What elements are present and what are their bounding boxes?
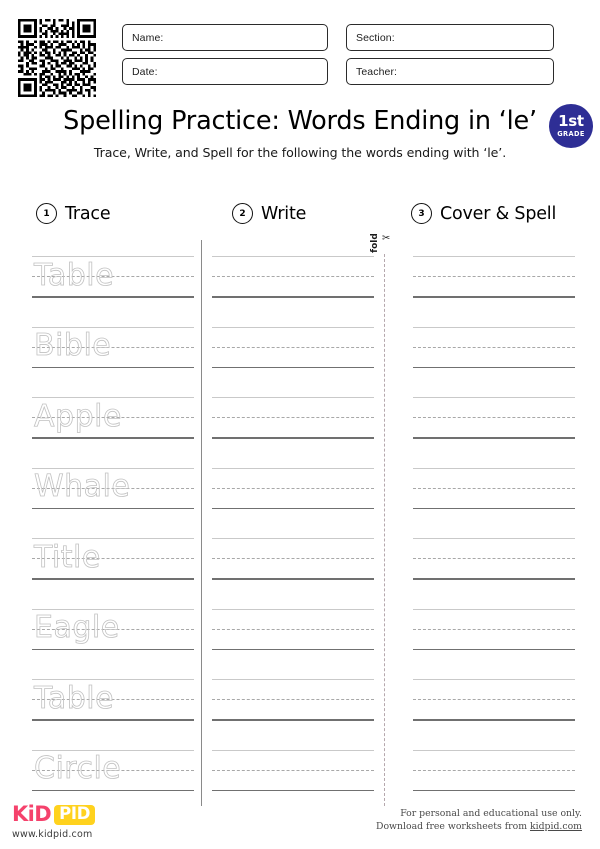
guide-line-middle [413,276,575,277]
guide-line-baseline [413,296,575,298]
practice-line-cover[interactable] [413,538,575,580]
guide-line-baseline [212,789,374,792]
guide-line-baseline [32,719,194,721]
guide-line-middle [212,346,374,348]
practice-line-cover[interactable] [413,256,575,298]
guide-line-baseline [413,366,575,369]
guide-line-middle [413,558,575,559]
legal-line-2: Download free worksheets from kidpid.com [376,820,582,833]
guide-line-baseline [413,719,575,721]
guide-line-middle [413,699,575,700]
guide-line-top [413,467,575,469]
practice-line-cover[interactable] [413,397,575,439]
guide-line-top [212,679,374,680]
guide-line-middle [413,487,575,489]
guide-line-baseline [212,648,374,651]
guide-line-baseline [212,578,374,580]
guide-line-middle [212,558,374,559]
guide-line-baseline [32,437,194,439]
kidpid-link[interactable]: kidpid.com [530,821,582,832]
guide-line-baseline [413,648,575,651]
guide-line-top [212,538,374,539]
guide-line-top [413,608,575,610]
legal-line-1: For personal and educational use only. [400,808,582,819]
practice-line-cover[interactable] [413,467,575,510]
practice-line-write[interactable] [212,679,374,721]
guide-line-baseline [413,578,575,580]
practice-line-trace[interactable]: Table [32,679,194,721]
guide-line-baseline [212,366,374,369]
practice-line-write[interactable] [212,608,374,651]
guide-line-top [413,679,575,680]
kidpid-logo[interactable]: KiD PID www.kidpid.com [12,804,172,840]
practice-line-trace[interactable]: Circle [32,749,194,792]
practice-rows: Table Bible Apple Whale Title Eagle Table Circl… [0,0,600,849]
practice-line-trace[interactable]: Eagle [32,608,194,651]
guide-line-middle [212,276,374,277]
guide-line-top [212,749,374,751]
trace-word: Whale [34,469,131,505]
practice-line-write[interactable] [212,467,374,510]
guide-line-baseline [32,648,194,651]
guide-line-baseline [32,789,194,792]
worksheet-footer: KiD PID www.kidpid.com For personal and … [0,800,600,849]
practice-line-trace[interactable]: Table [32,256,194,298]
logo-kid-text: KiD [12,802,52,826]
trace-word: Circle [34,751,122,787]
practice-line-cover[interactable] [413,679,575,721]
guide-line-baseline [212,437,374,439]
practice-line-trace[interactable]: Whale [32,467,194,510]
guide-line-top [212,608,374,610]
practice-line-write[interactable] [212,256,374,298]
trace-word: Table [34,257,115,293]
guide-line-top [212,256,374,257]
trace-word: Bible [34,328,112,364]
guide-line-middle [212,417,374,418]
practice-line-trace[interactable]: Title [32,538,194,580]
guide-line-baseline [212,507,374,510]
guide-line-baseline [212,719,374,721]
practice-line-write[interactable] [212,749,374,792]
guide-line-middle [413,769,575,771]
guide-line-baseline [413,437,575,439]
guide-line-baseline [32,578,194,580]
guide-line-top [413,749,575,751]
guide-line-top [413,397,575,398]
guide-line-top [212,467,374,469]
guide-line-middle [212,699,374,700]
guide-line-middle [413,346,575,348]
guide-line-baseline [32,366,194,369]
guide-line-baseline [413,789,575,792]
practice-line-trace[interactable]: Bible [32,326,194,369]
practice-line-cover[interactable] [413,749,575,792]
guide-line-middle [212,769,374,771]
guide-line-top [413,326,575,328]
logo-url: www.kidpid.com [12,829,93,840]
logo-pid-text: PID [54,804,96,825]
trace-word: Apple [34,398,122,434]
practice-line-write[interactable] [212,397,374,439]
guide-line-top [212,326,374,328]
guide-line-baseline [212,296,374,298]
guide-line-top [413,538,575,539]
practice-line-write[interactable] [212,326,374,369]
guide-line-middle [212,628,374,630]
guide-line-middle [413,417,575,418]
practice-line-trace[interactable]: Apple [32,397,194,439]
guide-line-baseline [413,507,575,510]
legal-line-2-prefix: Download free worksheets from [376,821,530,832]
guide-line-baseline [32,507,194,510]
practice-line-write[interactable] [212,538,374,580]
guide-line-middle [212,487,374,489]
guide-line-top [212,397,374,398]
trace-word: Eagle [34,610,120,646]
practice-line-cover[interactable] [413,608,575,651]
guide-line-top [413,256,575,257]
guide-line-baseline [32,296,194,298]
legal-text: For personal and educational use only. D… [376,807,582,833]
practice-line-cover[interactable] [413,326,575,369]
guide-line-middle [413,628,575,630]
trace-word: Table [34,680,115,716]
trace-word: Title [34,539,101,575]
